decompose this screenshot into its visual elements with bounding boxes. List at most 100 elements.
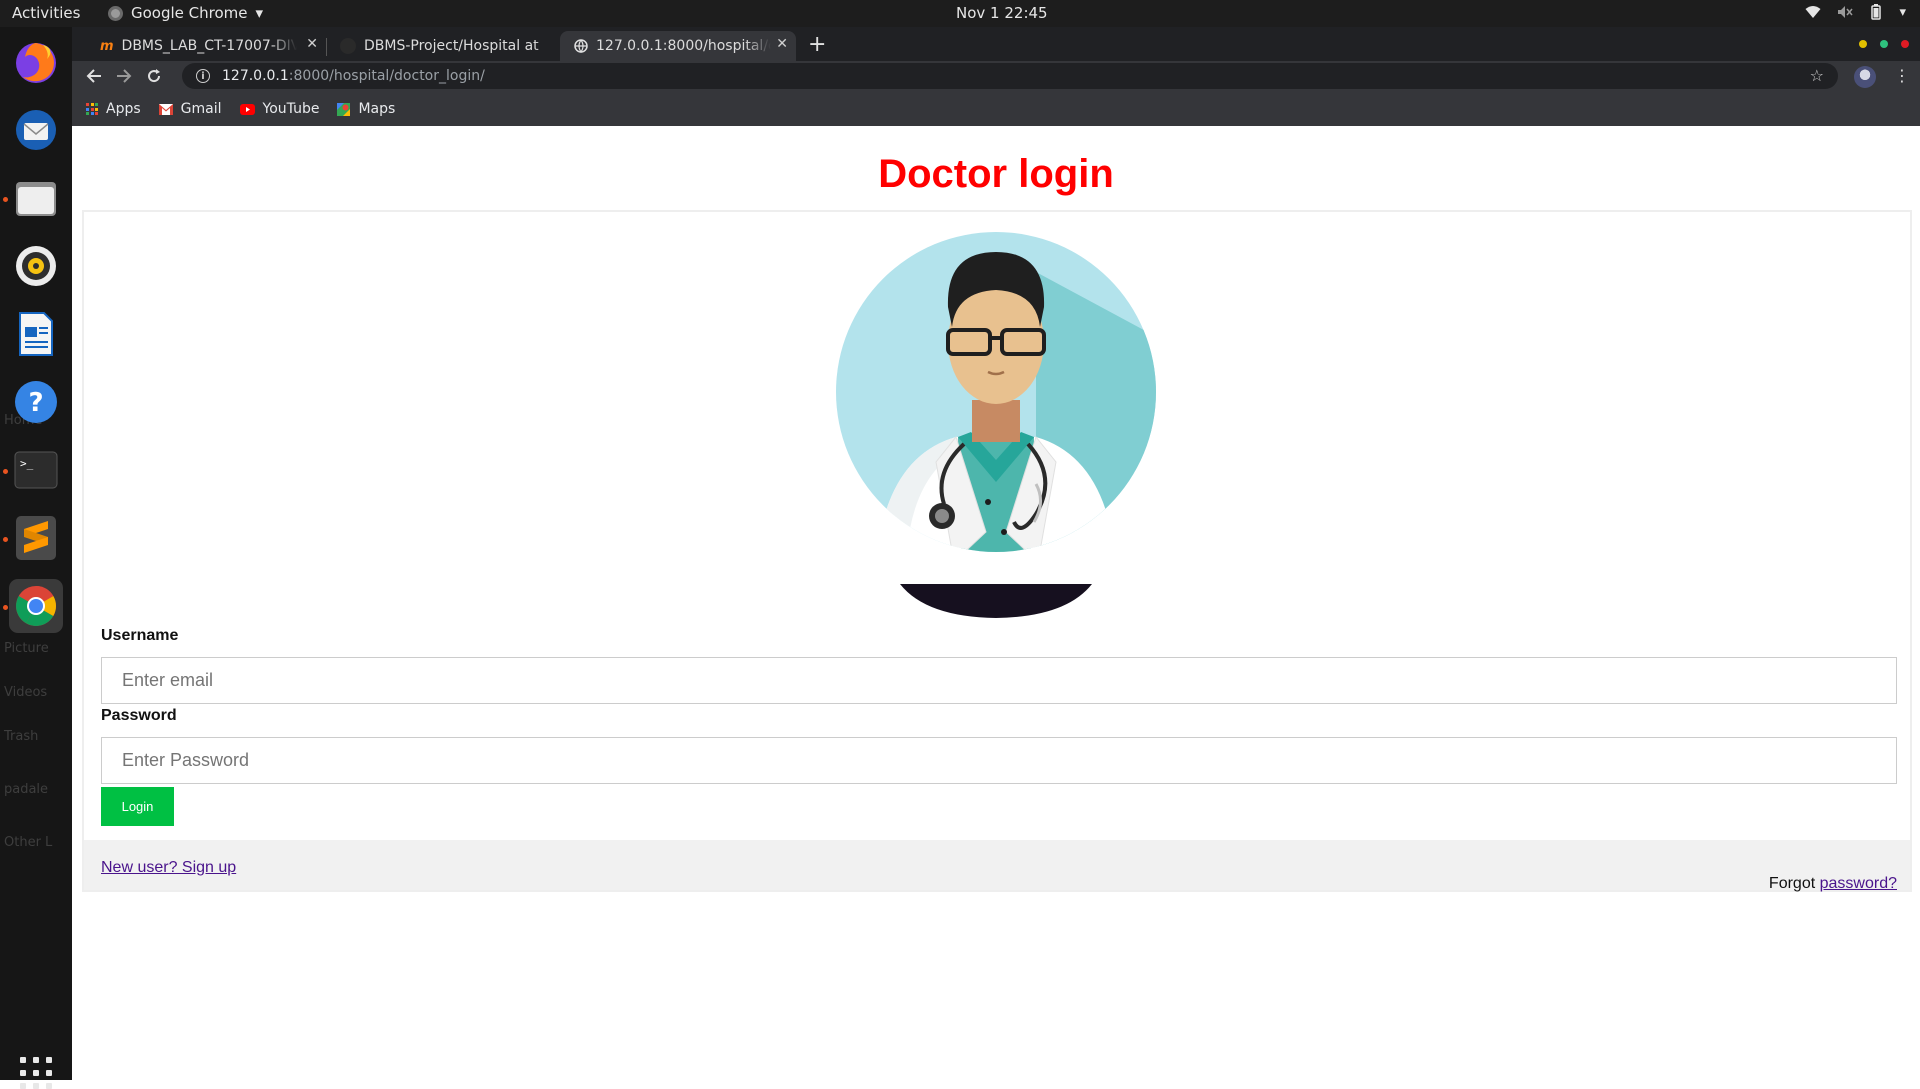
dock-files[interactable] (9, 171, 63, 225)
url-path: :8000/hospital/doctor_login/ (288, 68, 485, 84)
address-bar[interactable]: i 127.0.0.1:8000/hospital/doctor_login/ … (182, 63, 1838, 89)
dock-sublime[interactable] (9, 511, 63, 565)
google-chrome-icon (16, 586, 56, 626)
close-icon[interactable]: ✕ (776, 36, 788, 52)
battery-icon (1871, 4, 1882, 20)
star-icon[interactable]: ☆ (1810, 66, 1824, 85)
forgot-password: Forgot password? (1769, 875, 1897, 893)
ghost-label: Trash (4, 729, 39, 744)
forgot-text: Forgot (1768, 875, 1816, 892)
moodle-favicon-icon: m (100, 38, 114, 54)
signup-link[interactable]: New user? Sign up (101, 859, 236, 877)
url-host: 127.0.0.1 (222, 68, 289, 84)
profile-avatar[interactable] (1854, 66, 1876, 88)
forgot-password-link[interactable]: password? (1820, 875, 1897, 892)
tab-localhost[interactable]: 127.0.0.1:8000/hospital/d ✕ (560, 31, 796, 61)
github-favicon-icon (340, 38, 356, 54)
new-tab-button[interactable]: + (808, 32, 826, 57)
rhythmbox-icon (16, 246, 56, 286)
login-card: Username Password Login New user? Sign u… (82, 210, 1912, 892)
bookmark-maps[interactable]: Maps (337, 101, 395, 117)
chrome-icon (108, 5, 123, 21)
apps-grid-icon (86, 103, 98, 115)
dock-chrome[interactable] (9, 579, 63, 633)
bookmark-youtube[interactable]: YouTube (239, 101, 320, 117)
dock-thunderbird[interactable] (9, 103, 63, 157)
bookmark-label: Maps (358, 101, 396, 117)
ghost-label: padale (4, 782, 49, 797)
dock-help[interactable]: ? (9, 375, 63, 429)
dock-rhythmbox[interactable] (9, 239, 63, 293)
maximize-button[interactable] (1880, 40, 1888, 48)
bookmark-label: Gmail (180, 101, 222, 117)
globe-icon (574, 39, 588, 53)
close-icon[interactable]: ✕ (306, 36, 318, 52)
login-button[interactable]: Login (101, 787, 174, 826)
running-indicator (3, 537, 8, 542)
wifi-icon (1805, 6, 1821, 18)
youtube-icon (239, 103, 255, 115)
arrow-left-icon (86, 69, 101, 83)
close-window-button[interactable] (1901, 40, 1909, 48)
tab-title: DBMS_LAB_CT-17007-DIV (121, 38, 297, 54)
username-label: Username (101, 627, 179, 644)
password-label: Password (101, 707, 177, 724)
forward-button[interactable] (112, 64, 136, 88)
help-icon: ? (15, 381, 57, 423)
show-applications-icon[interactable] (20, 1057, 52, 1089)
tab-title: DBMS-Project/Hospital at (364, 38, 539, 54)
running-indicator (3, 605, 8, 610)
libreoffice-writer-icon (19, 312, 53, 356)
thunderbird-icon (16, 110, 56, 150)
svg-text:>_: >_ (20, 457, 34, 470)
username-input[interactable] (101, 657, 1897, 704)
svg-text:?: ? (28, 388, 43, 418)
back-button[interactable] (82, 64, 106, 88)
system-tray[interactable]: ▾ (1805, 4, 1906, 20)
maps-icon (337, 102, 351, 116)
bookmark-label: Apps (106, 101, 141, 117)
dock-terminal[interactable]: >_ (9, 443, 63, 497)
ghost-label: Videos (4, 685, 48, 700)
minimize-button[interactable] (1859, 40, 1867, 48)
arrow-right-icon (117, 69, 132, 83)
bookmarks-bar: Apps Gmail YouTube Maps (72, 92, 1920, 126)
ghost-label: Picture (4, 641, 49, 656)
dock-writer[interactable] (9, 307, 63, 361)
reload-button[interactable] (142, 64, 166, 88)
page-content: Doctor login Username Enter email Passwo… (72, 126, 1920, 1080)
volume-muted-icon (1838, 6, 1854, 18)
tab-title: 127.0.0.1:8000/hospital/d (596, 38, 771, 54)
dock-firefox[interactable] (9, 35, 63, 89)
chrome-window: m DBMS_LAB_CT-17007-DIV ✕ DBMS-Project/H… (72, 27, 1920, 1080)
activities-button[interactable]: Activities (12, 4, 80, 22)
terminal-icon: >_ (14, 451, 58, 489)
sublime-text-icon (16, 516, 56, 560)
info-icon[interactable]: i (196, 69, 210, 83)
tab-strip: m DBMS_LAB_CT-17007-DIV ✕ DBMS-Project/H… (72, 27, 1920, 61)
reload-icon (148, 69, 161, 83)
dock: Home Picture Videos Trash padale Other L… (0, 27, 72, 1089)
gmail-icon (158, 103, 173, 115)
doctor-avatar-image (836, 232, 1156, 618)
bookmark-apps[interactable]: Apps (86, 101, 141, 117)
running-indicator (3, 469, 8, 474)
ghost-label: Other L (4, 835, 53, 850)
more-menu-icon[interactable]: ⋮ (1894, 66, 1910, 85)
password-input[interactable] (101, 737, 1897, 784)
browser-toolbar: i 127.0.0.1:8000/hospital/doctor_login/ … (72, 61, 1920, 92)
running-indicator (3, 197, 8, 202)
files-icon (16, 182, 56, 216)
system-top-bar: Activities Google Chrome ▾ Nov 1 22:45 ▾ (0, 0, 1920, 27)
bookmark-label: YouTube (262, 101, 320, 117)
card-footer: New user? Sign up Forgot password? (84, 840, 1910, 893)
bookmark-gmail[interactable]: Gmail (158, 101, 222, 117)
tab-dbms-lab[interactable]: m DBMS_LAB_CT-17007-DIV ✕ (86, 31, 327, 61)
page-title: Doctor login (878, 152, 1114, 196)
clock[interactable]: Nov 1 22:45 (956, 4, 1048, 22)
power-menu-caret-icon: ▾ (1899, 4, 1906, 20)
caret-down-icon: ▾ (255, 4, 264, 22)
firefox-icon (16, 43, 56, 83)
app-menu[interactable]: Google Chrome ▾ (108, 4, 263, 22)
app-menu-label: Google Chrome (131, 4, 248, 22)
